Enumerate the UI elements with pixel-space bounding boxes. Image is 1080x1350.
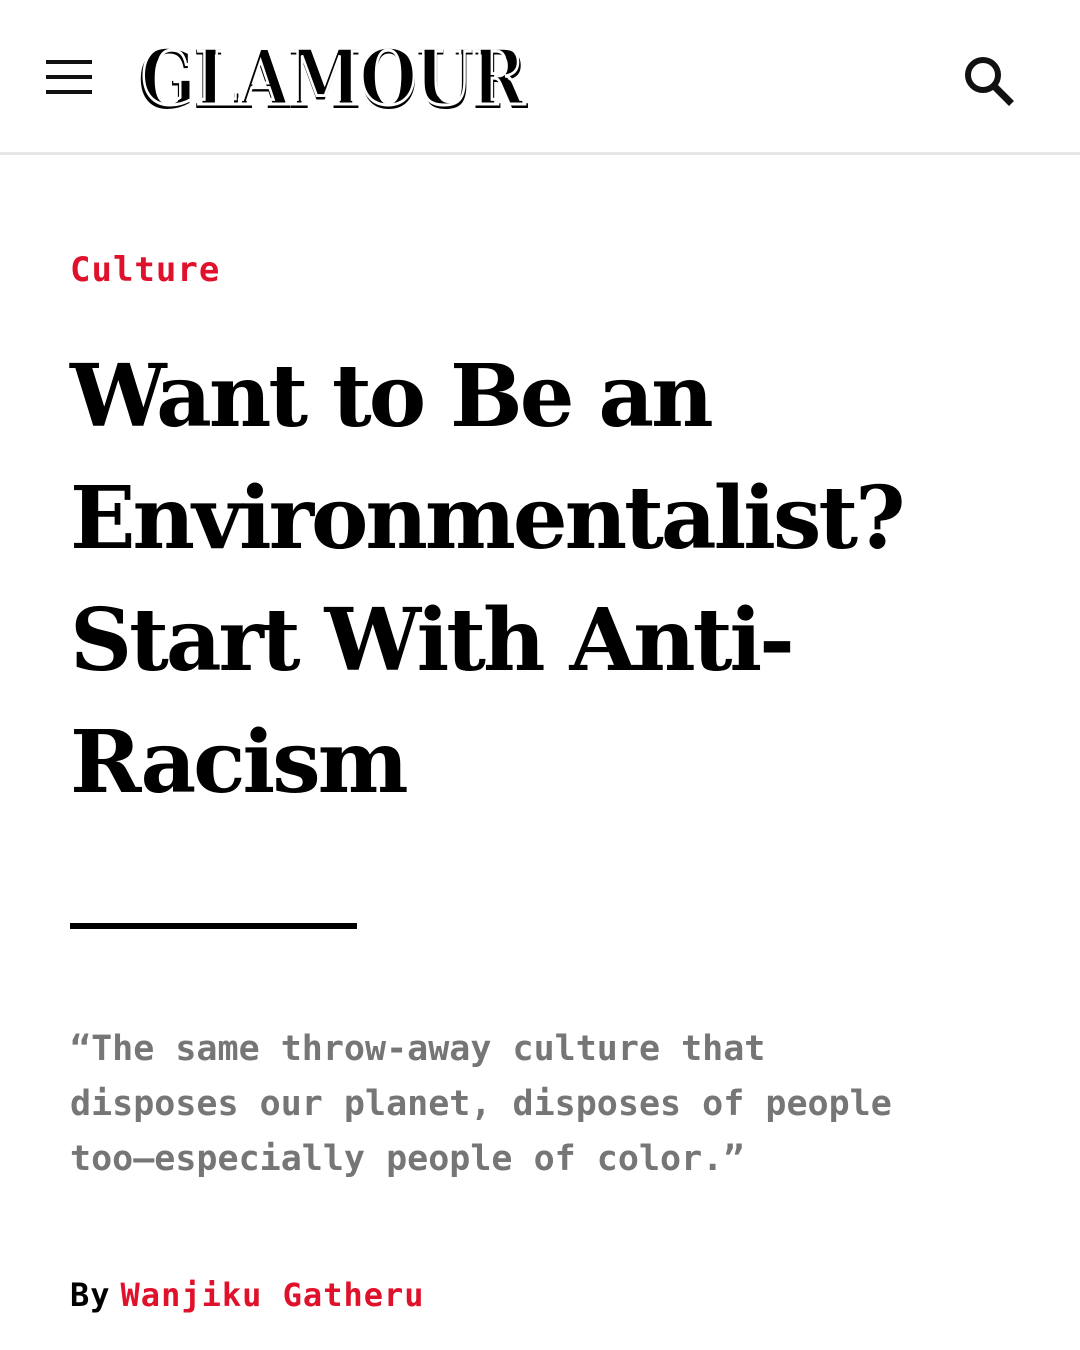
byline: By Wanjiku Gatheru <box>70 1276 425 1314</box>
headline-divider <box>70 923 357 929</box>
dek-line: too—especially people of color.” <box>70 1139 745 1179</box>
dek-line: “The same throw-away culture that <box>70 1029 766 1069</box>
headline-line: Environmentalist? <box>70 468 905 569</box>
category-link[interactable]: Culture <box>70 250 220 290</box>
headline-line: Start With Anti- <box>70 590 795 691</box>
dek-line: disposes our planet, disposes of people <box>70 1084 892 1124</box>
search-icon[interactable] <box>962 54 1014 106</box>
headline-line: Want to Be an <box>70 346 714 447</box>
article-dek: “The same throw-away culture that dispos… <box>70 1022 1020 1187</box>
headline-line: Racism <box>70 712 409 813</box>
site-header: GLAMOUR GLAMOUR <box>0 0 1080 155</box>
logo-wordmark: GLAMOUR GLAMOUR <box>138 38 530 118</box>
article-headline: Want to Be an Environmentalist? Start Wi… <box>70 336 1010 824</box>
author-link[interactable]: Wanjiku Gatheru <box>121 1276 425 1314</box>
glamour-logo[interactable]: GLAMOUR GLAMOUR <box>138 38 538 118</box>
byline-prefix: By <box>70 1276 111 1314</box>
hamburger-menu-icon[interactable] <box>46 60 94 96</box>
svg-text:GLAMOUR: GLAMOUR <box>141 38 525 118</box>
